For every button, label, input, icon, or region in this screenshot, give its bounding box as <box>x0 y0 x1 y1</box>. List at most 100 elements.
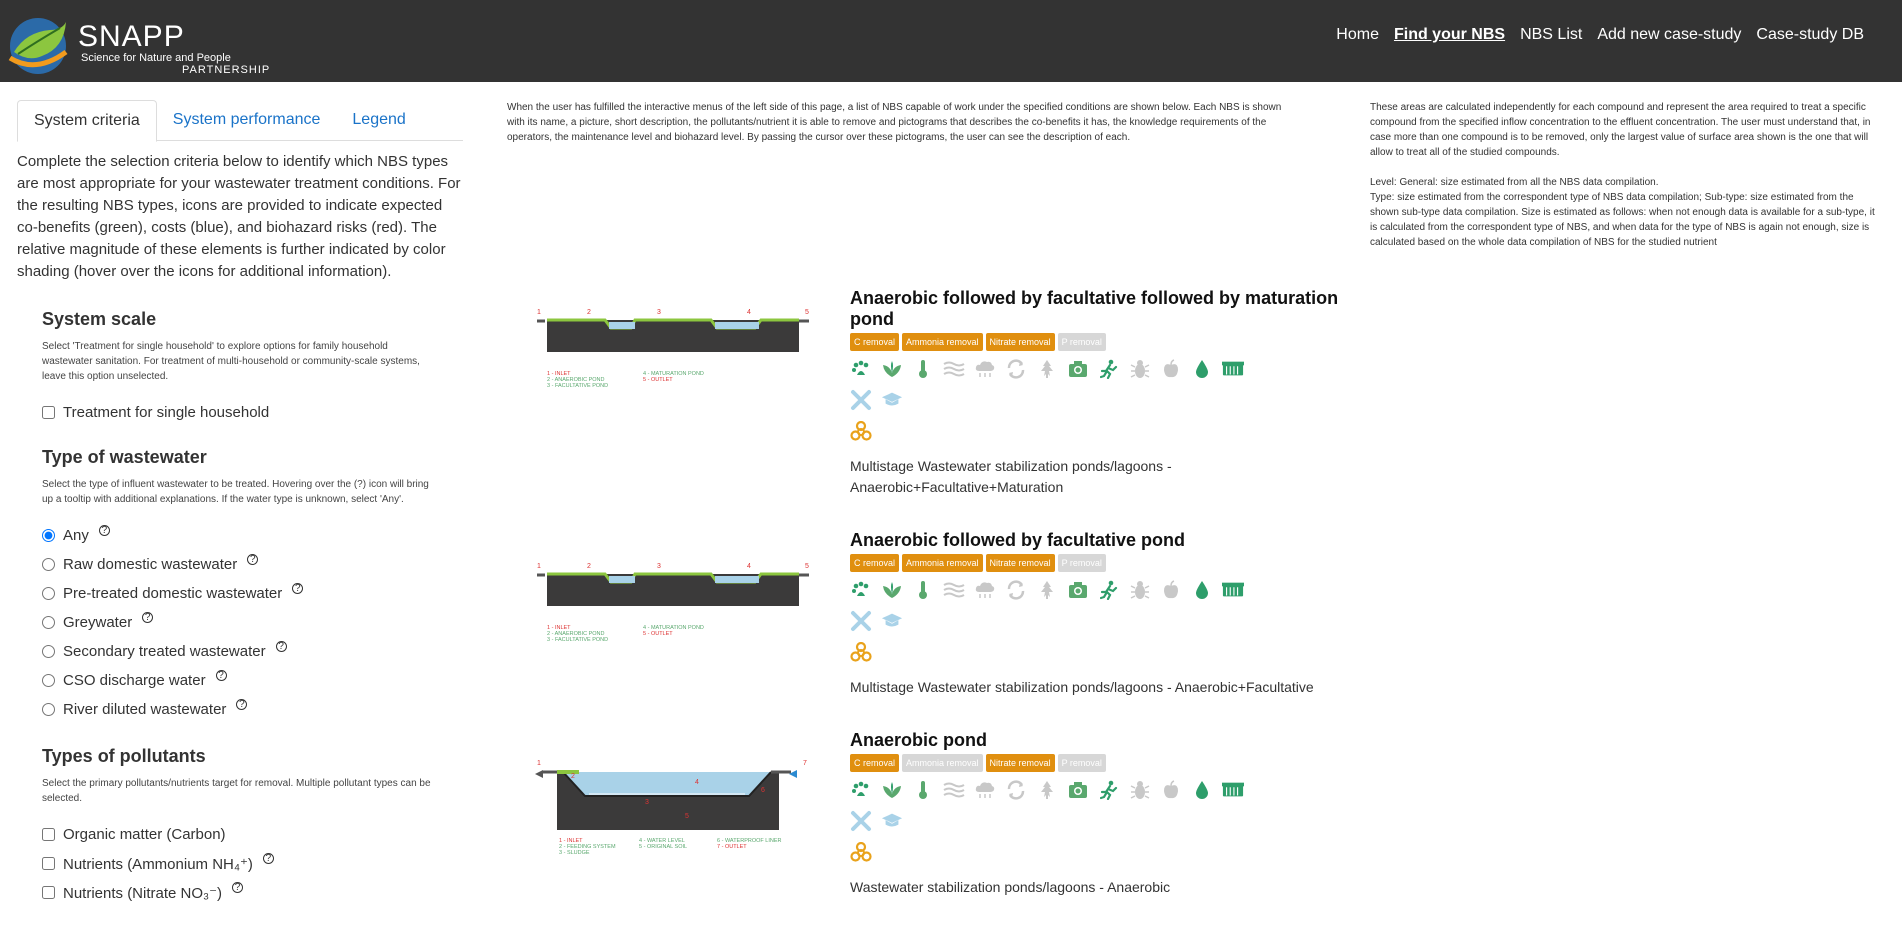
recycle-icon[interactable] <box>1005 579 1027 601</box>
badge-p-removal[interactable]: P removal <box>1057 554 1106 572</box>
rain-cloud-icon[interactable] <box>974 779 996 801</box>
plant-icon[interactable] <box>881 358 903 380</box>
graduation-cap-icon[interactable] <box>881 610 903 632</box>
container-icon[interactable] <box>1222 779 1244 801</box>
snapp-logo[interactable]: SNAPP Science for Nature and People PART… <box>6 8 269 76</box>
radio-any[interactable] <box>42 529 55 542</box>
help-icon[interactable]: ? <box>215 670 227 681</box>
badge-c-removal[interactable]: C removal <box>850 554 900 572</box>
nav-case-study-db[interactable]: Case-study DB <box>1756 26 1864 44</box>
biohazard-icon[interactable] <box>850 421 872 443</box>
apple-icon[interactable] <box>1160 779 1182 801</box>
water-waves-icon[interactable] <box>943 779 965 801</box>
leaf-icon[interactable] <box>1036 779 1058 801</box>
water-waves-icon[interactable] <box>943 358 965 380</box>
rain-cloud-icon[interactable] <box>974 579 996 601</box>
help-icon[interactable]: ? <box>247 554 259 565</box>
paw-icon[interactable] <box>850 358 872 380</box>
pollutant-option-nitrate[interactable]: Nutrients (Nitrate NO₃⁻) ? <box>42 878 463 907</box>
plant-icon[interactable] <box>881 779 903 801</box>
nbs-title[interactable]: Anaerobic pond <box>850 730 1370 751</box>
help-icon[interactable]: ? <box>292 583 304 594</box>
apple-icon[interactable] <box>1160 358 1182 380</box>
tab-system-performance[interactable]: System performance <box>157 100 337 141</box>
graduation-cap-icon[interactable] <box>881 810 903 832</box>
thermometer-icon[interactable] <box>912 779 934 801</box>
wastewater-option-cso[interactable]: CSO discharge water ? <box>42 666 463 695</box>
tab-system-criteria[interactable]: System criteria <box>17 100 157 142</box>
help-icon[interactable]: ? <box>275 641 287 652</box>
camera-icon[interactable] <box>1067 358 1089 380</box>
leaf-icon[interactable] <box>1036 358 1058 380</box>
badge-ammonia-removal[interactable]: Ammonia removal <box>902 333 983 351</box>
bug-icon[interactable] <box>1129 579 1151 601</box>
wastewater-option-secondary[interactable]: Secondary treated wastewater ? <box>42 637 463 666</box>
help-icon[interactable]: ? <box>232 882 244 893</box>
running-person-icon[interactable] <box>1098 579 1120 601</box>
badge-ammonia-removal[interactable]: Ammonia removal <box>902 754 983 772</box>
wastewater-option-any[interactable]: Any ? <box>42 521 463 550</box>
apple-icon[interactable] <box>1160 579 1182 601</box>
wastewater-option-greywater[interactable]: Greywater ? <box>42 608 463 637</box>
graduation-cap-icon[interactable] <box>881 389 903 411</box>
pollutant-option-organic[interactable]: Organic matter (Carbon) <box>42 820 463 849</box>
nav-add-case-study[interactable]: Add new case-study <box>1597 26 1741 44</box>
badge-p-removal[interactable]: P removal <box>1057 754 1106 772</box>
paw-icon[interactable] <box>850 579 872 601</box>
running-person-icon[interactable] <box>1098 358 1120 380</box>
pollutant-option-ammonium[interactable]: Nutrients (Ammonium NH₄⁺) ? <box>42 849 463 878</box>
wastewater-option-pretreated[interactable]: Pre-treated domestic wastewater ? <box>42 579 463 608</box>
water-drop-icon[interactable] <box>1191 779 1213 801</box>
help-icon[interactable]: ? <box>98 525 110 536</box>
camera-icon[interactable] <box>1067 579 1089 601</box>
biohazard-icon[interactable] <box>850 842 872 864</box>
badge-c-removal[interactable]: C removal <box>850 754 900 772</box>
radio-river-diluted[interactable] <box>42 703 55 716</box>
help-icon[interactable]: ? <box>142 612 154 623</box>
bug-icon[interactable] <box>1129 358 1151 380</box>
single-household-option[interactable]: Treatment for single household <box>42 398 463 427</box>
leaf-icon[interactable] <box>1036 579 1058 601</box>
rain-cloud-icon[interactable] <box>974 358 996 380</box>
nbs-title[interactable]: Anaerobic followed by facultative pond <box>850 530 1370 551</box>
badge-ammonia-removal[interactable]: Ammonia removal <box>902 554 983 572</box>
radio-cso[interactable] <box>42 674 55 687</box>
water-drop-icon[interactable] <box>1191 579 1213 601</box>
nav-nbs-list[interactable]: NBS List <box>1520 26 1582 44</box>
wastewater-option-river[interactable]: River diluted wastewater ? <box>42 695 463 724</box>
checkbox-nitrate[interactable] <box>42 886 55 899</box>
badge-nitrate-removal[interactable]: Nitrate removal <box>985 333 1055 351</box>
camera-icon[interactable] <box>1067 779 1089 801</box>
single-household-checkbox[interactable] <box>42 406 55 419</box>
nav-find-your-nbs[interactable]: Find your NBS <box>1394 26 1505 44</box>
maintenance-tools-icon[interactable] <box>850 610 872 632</box>
thermometer-icon[interactable] <box>912 358 934 380</box>
maintenance-tools-icon[interactable] <box>850 389 872 411</box>
checkbox-ammonium[interactable] <box>42 857 55 870</box>
container-icon[interactable] <box>1222 358 1244 380</box>
radio-pretreated[interactable] <box>42 587 55 600</box>
nbs-title[interactable]: Anaerobic followed by facultative follow… <box>850 288 1370 330</box>
container-icon[interactable] <box>1222 579 1244 601</box>
water-waves-icon[interactable] <box>943 579 965 601</box>
maintenance-tools-icon[interactable] <box>850 810 872 832</box>
checkbox-organic[interactable] <box>42 828 55 841</box>
water-drop-icon[interactable] <box>1191 358 1213 380</box>
help-icon[interactable]: ? <box>262 853 274 864</box>
radio-secondary[interactable] <box>42 645 55 658</box>
badge-c-removal[interactable]: C removal <box>850 333 900 351</box>
thermometer-icon[interactable] <box>912 579 934 601</box>
badge-nitrate-removal[interactable]: Nitrate removal <box>985 754 1055 772</box>
plant-icon[interactable] <box>881 579 903 601</box>
radio-greywater[interactable] <box>42 616 55 629</box>
biohazard-icon[interactable] <box>850 642 872 664</box>
help-icon[interactable]: ? <box>236 699 248 710</box>
running-person-icon[interactable] <box>1098 779 1120 801</box>
badge-nitrate-removal[interactable]: Nitrate removal <box>985 554 1055 572</box>
recycle-icon[interactable] <box>1005 358 1027 380</box>
wastewater-option-raw[interactable]: Raw domestic wastewater ? <box>42 550 463 579</box>
nav-home[interactable]: Home <box>1336 26 1379 44</box>
recycle-icon[interactable] <box>1005 779 1027 801</box>
paw-icon[interactable] <box>850 779 872 801</box>
tab-legend[interactable]: Legend <box>336 100 421 141</box>
